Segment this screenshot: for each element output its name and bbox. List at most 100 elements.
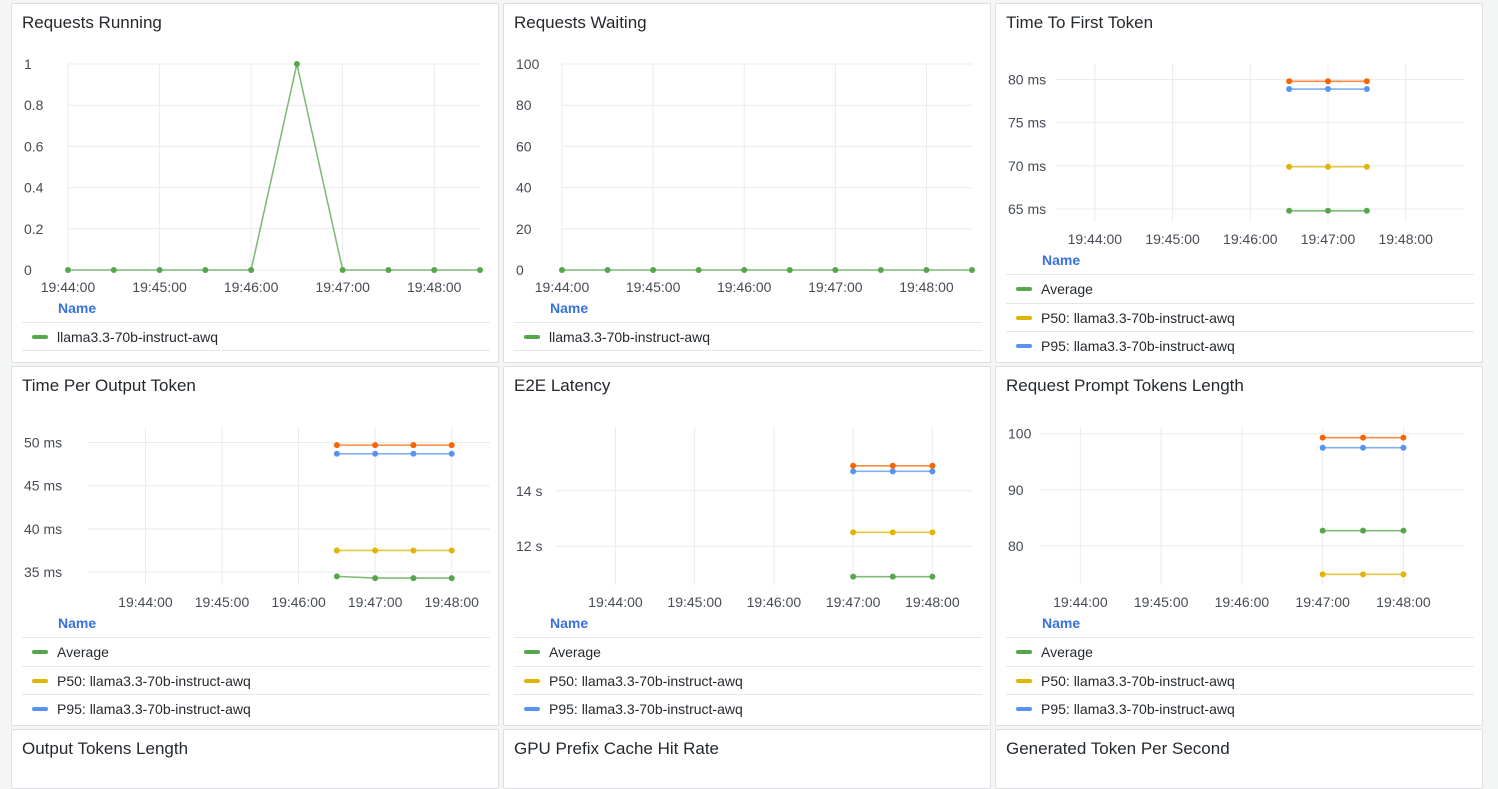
legend-item[interactable]: P95: llama3.3-70b-instruct-awq — [1006, 331, 1474, 359]
x-tick-label: 19:48:00 — [1376, 594, 1431, 610]
x-tick-label: 19:44:00 — [41, 279, 96, 295]
data-point — [333, 450, 340, 457]
legend-header-name[interactable]: Name — [1042, 615, 1080, 631]
data-point — [448, 442, 455, 449]
y-tick-label: 80 ms — [1008, 72, 1046, 88]
y-tick-label: 50 ms — [24, 435, 62, 451]
y-tick-label: 100 — [516, 56, 540, 72]
data-point — [431, 267, 438, 273]
legend-swatch — [1016, 707, 1032, 711]
legend-item[interactable]: P95: llama3.3-70b-instruct-awq — [514, 694, 982, 722]
y-tick-label: 60 — [516, 138, 532, 154]
x-tick-label: 19:48:00 — [1378, 231, 1433, 247]
data-point — [741, 267, 748, 273]
x-tick-label: 19:46:00 — [717, 279, 772, 295]
data-point — [929, 468, 936, 475]
y-tick-label: 0 — [516, 262, 524, 278]
legend-label: Average — [549, 644, 601, 660]
x-tick-label: 19:44:00 — [1068, 231, 1123, 247]
y-tick-label: 65 ms — [1008, 201, 1046, 217]
legend-item[interactable]: P50: llama3.3-70b-instruct-awq — [22, 666, 490, 694]
legend-swatch — [524, 335, 540, 339]
legend-swatch — [1016, 287, 1032, 291]
panel-generated-token-per-second[interactable]: Generated Token Per Second — [995, 729, 1483, 789]
data-point — [850, 468, 857, 475]
line-chart: 0 20 40 60 80 100 19:44:00 19:45:00 19:46:00 19:4… — [516, 56, 975, 295]
legend-item[interactable]: Average — [1006, 274, 1474, 302]
legend-item[interactable]: P50: llama3.3-70b-instruct-awq — [1006, 303, 1474, 331]
y-tick-label: 75 ms — [1008, 115, 1046, 131]
data-point — [410, 547, 417, 554]
x-tick-label: 19:46:00 — [747, 594, 802, 610]
legend-header-name[interactable]: Name — [550, 615, 588, 631]
legend-label: llama3.3-70b-instruct-awq — [549, 329, 711, 345]
panel-time-to-first-token[interactable]: Time To First Token 65 ms 70 ms 75 ms 80 ms… — [995, 3, 1483, 363]
legend-label: Average — [1041, 281, 1093, 297]
y-tick-label: 80 — [516, 97, 532, 113]
legend-header-name[interactable]: Name — [550, 300, 588, 316]
legend-item[interactable]: llama3.3-70b-instruct-awq — [514, 322, 982, 350]
data-point — [889, 529, 896, 536]
panel-gpu-prefix-cache-hit-rate[interactable]: GPU Prefix Cache Hit Rate — [503, 729, 991, 789]
legend-item[interactable]: Average — [22, 637, 490, 665]
legend-header-name[interactable]: Name — [1042, 252, 1080, 268]
data-point — [1325, 86, 1331, 93]
panel-time-per-output-token[interactable]: Time Per Output Token 35 ms 40 ms 45 ms 50 … — [11, 366, 499, 726]
data-point — [1363, 78, 1370, 85]
data-point — [604, 267, 611, 273]
data-point — [1400, 434, 1407, 441]
data-point — [850, 529, 857, 536]
data-point — [1363, 163, 1370, 170]
panel-requests-running[interactable]: Requests Running 0 0.2 0.4 0.6 0.8 1 19:44:00 1… — [11, 3, 499, 363]
legend-item[interactable]: P95: llama3.3-70b-instruct-awq — [22, 694, 490, 722]
legend-item[interactable]: Average — [514, 637, 982, 665]
data-point — [559, 267, 565, 273]
legend-item[interactable]: P50: llama3.3-70b-instruct-awq — [1006, 666, 1474, 694]
line-chart: 12 s 14 s 19:44:00 19:45:00 19:46:00 19:47:00… — [516, 427, 972, 610]
data-point — [410, 575, 417, 582]
x-tick-label: 19:45:00 — [1134, 594, 1189, 610]
y-tick-label: 14 s — [516, 483, 542, 499]
panel-request-prompt-tokens-length[interactable]: Request Prompt Tokens Length 80 90 100 19:4… — [995, 366, 1483, 726]
x-tick-label: 19:45:00 — [132, 279, 187, 295]
panel-requests-waiting[interactable]: Requests Waiting 0 20 40 60 80 100 19:44:00 19:… — [503, 3, 991, 363]
panel-title: Generated Token Per Second — [1006, 739, 1230, 758]
y-tick-label: 35 ms — [24, 564, 62, 580]
y-tick-label: 0.2 — [24, 221, 44, 237]
data-point — [1319, 571, 1326, 578]
x-tick-label: 19:47:00 — [1301, 231, 1356, 247]
data-point — [372, 547, 379, 554]
panel-output-tokens-length[interactable]: Output Tokens Length — [11, 729, 499, 789]
legend-item[interactable]: P50: llama3.3-70b-instruct-awq — [514, 666, 982, 694]
legend-swatch — [1016, 344, 1032, 348]
data-point — [202, 267, 209, 273]
data-point — [850, 462, 857, 469]
data-point — [1400, 571, 1407, 578]
legend-item[interactable]: llama3.3-70b-instruct-awq — [22, 322, 490, 350]
panel-e2e-latency[interactable]: E2E Latency 12 s 14 s 19:44:00 19:45:00 19:4… — [503, 366, 991, 726]
legend-header-name[interactable]: Name — [58, 615, 96, 631]
data-point — [1363, 207, 1370, 214]
legend-header-name[interactable]: Name — [58, 300, 96, 316]
y-tick-label: 20 — [516, 221, 532, 237]
legend-label: Average — [57, 644, 109, 660]
data-point — [333, 442, 340, 449]
y-tick-label: 0.6 — [24, 138, 44, 154]
legend-swatch — [524, 707, 540, 711]
legend-item[interactable]: Average — [1006, 637, 1474, 665]
y-tick-label: 90 — [1008, 482, 1024, 498]
x-tick-label: 19:44:00 — [118, 594, 173, 610]
legend-swatch — [32, 335, 48, 339]
line-chart: 80 90 100 19:44:00 19:45:00 19:46:00 19:47:00 1… — [1008, 426, 1464, 610]
legend-item[interactable]: P95: llama3.3-70b-instruct-awq — [1006, 694, 1474, 722]
legend-label: P50: llama3.3-70b-instruct-awq — [549, 673, 743, 689]
x-tick-label: 19:46:00 — [271, 594, 326, 610]
data-point — [889, 573, 896, 580]
data-point — [889, 468, 896, 475]
y-tick-label: 40 ms — [24, 521, 62, 537]
data-point — [410, 450, 417, 457]
y-tick-label: 0.4 — [24, 180, 44, 196]
legend-swatch — [1016, 316, 1032, 320]
y-tick-label: 1 — [24, 56, 32, 72]
data-point — [1319, 444, 1326, 451]
